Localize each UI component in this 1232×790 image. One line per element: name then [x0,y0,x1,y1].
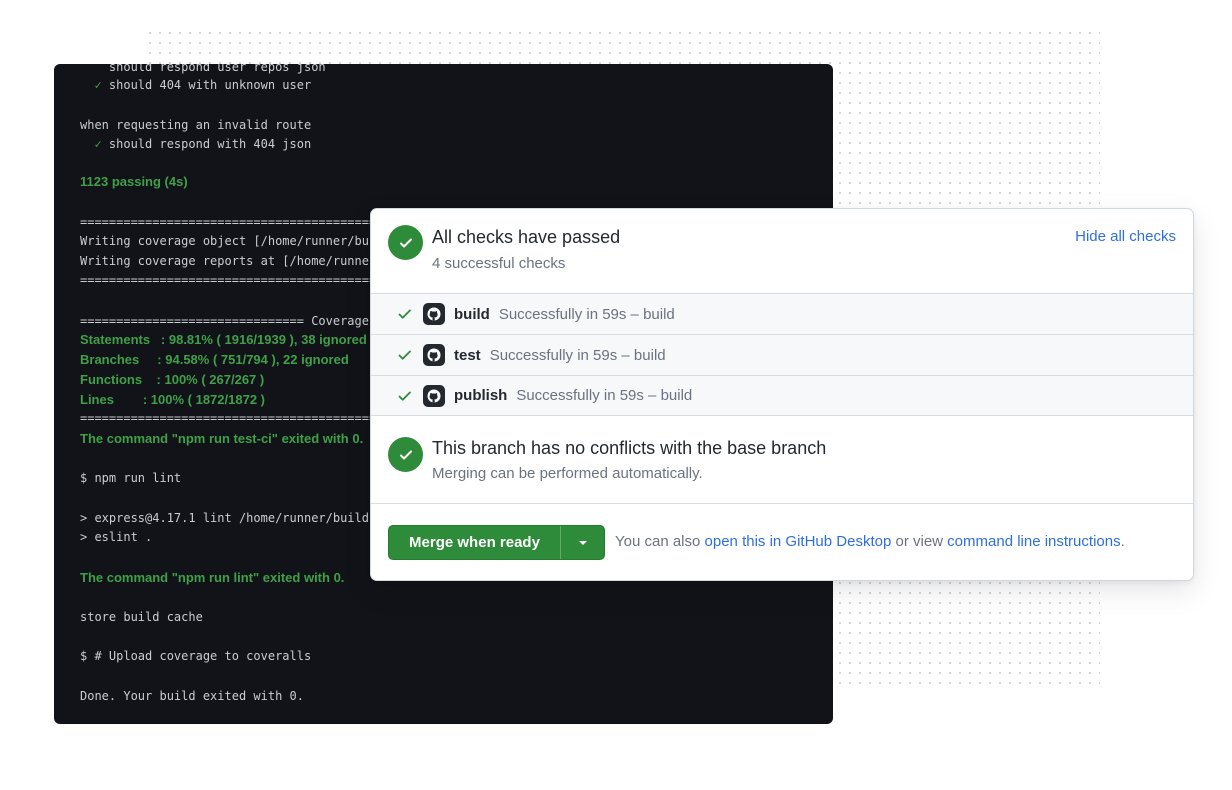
check-icon [397,347,417,363]
terminal-line: ✓ should respond with 404 json [94,137,312,151]
checks-title: All checks have passed [432,227,621,247]
terminal-line: 1123 passing (4s) [80,174,188,189]
terminal-line: Statements : 98.81% ( 1916/1939 ), 38 ig… [80,332,367,347]
command-line-instructions-link[interactable]: command line instructions [947,533,1120,550]
github-icon [423,303,445,325]
check-row-build[interactable]: build Successfully in 59s – build [371,293,1193,334]
check-description: Successfully in 59s – build [498,305,675,323]
branch-status-subtitle: Merging can be performed automatically. [432,465,703,482]
terminal-line: $ npm run lint [80,471,182,485]
github-icon [423,344,445,366]
check-name: publish [454,387,508,404]
checks-passed-icon [388,225,423,260]
check-name: test [454,346,481,364]
check-description: Successfully in 59s – build [516,387,693,404]
terminal-line: ✓ should 404 with unknown user [94,78,312,92]
terminal-line: Functions : 100% ( 267/267 ) [80,372,265,387]
merge-button-group: Merge when ready [388,525,605,560]
terminal-line: $ # Upload coverage to coveralls [80,649,312,663]
terminal-line: when requesting an invalid route [80,118,312,132]
terminal-line: Lines : 100% ( 1872/1872 ) [80,392,265,407]
branch-status-title: This branch has no conflicts with the ba… [432,438,827,458]
terminal-line: > eslint . [80,530,153,544]
no-conflicts-icon [388,437,423,472]
merge-help-suffix: . [1120,533,1125,550]
open-github-desktop-link[interactable]: open this in GitHub Desktop [705,533,892,550]
checks-subtitle: 4 successful checks [432,255,566,272]
terminal-line: Done. Your build exited with 0. [80,689,304,703]
terminal-line: Branches : 94.58% ( 751/794 ), 22 ignore… [80,352,349,367]
merge-help-prefix: You can also [615,533,705,550]
terminal-line: store build cache [80,610,203,624]
merge-options-dropdown[interactable] [561,526,604,559]
terminal-line: should respond user repos json [80,64,326,74]
checks-list: build Successfully in 59s – build test S… [371,293,1193,416]
merge-checks-panel: All checks have passed 4 successful chec… [370,208,1194,581]
github-icon [423,384,445,407]
check-description: Successfully in 59s – build [489,346,666,364]
check-row-publish[interactable]: publish Successfully in 59s – build [371,375,1193,416]
hide-all-checks-link[interactable]: Hide all checks [1075,228,1176,245]
terminal-line: The command "npm run lint" exited with 0… [80,570,345,585]
check-row-test[interactable]: test Successfully in 59s – build [371,334,1193,375]
check-icon [397,388,417,404]
terminal-line: > express@4.17.1 lint /home/runner/build [80,511,369,525]
merge-help-text: You can also open this in GitHub Desktop… [615,533,1125,550]
divider [371,503,1193,504]
caret-down-icon [578,540,587,545]
terminal-line: The command "npm run test-ci" exited wit… [80,431,364,446]
check-icon [397,306,417,322]
merge-when-ready-button[interactable]: Merge when ready [389,526,561,559]
check-name: build [454,305,490,323]
merge-help-middle: or view [891,533,948,550]
